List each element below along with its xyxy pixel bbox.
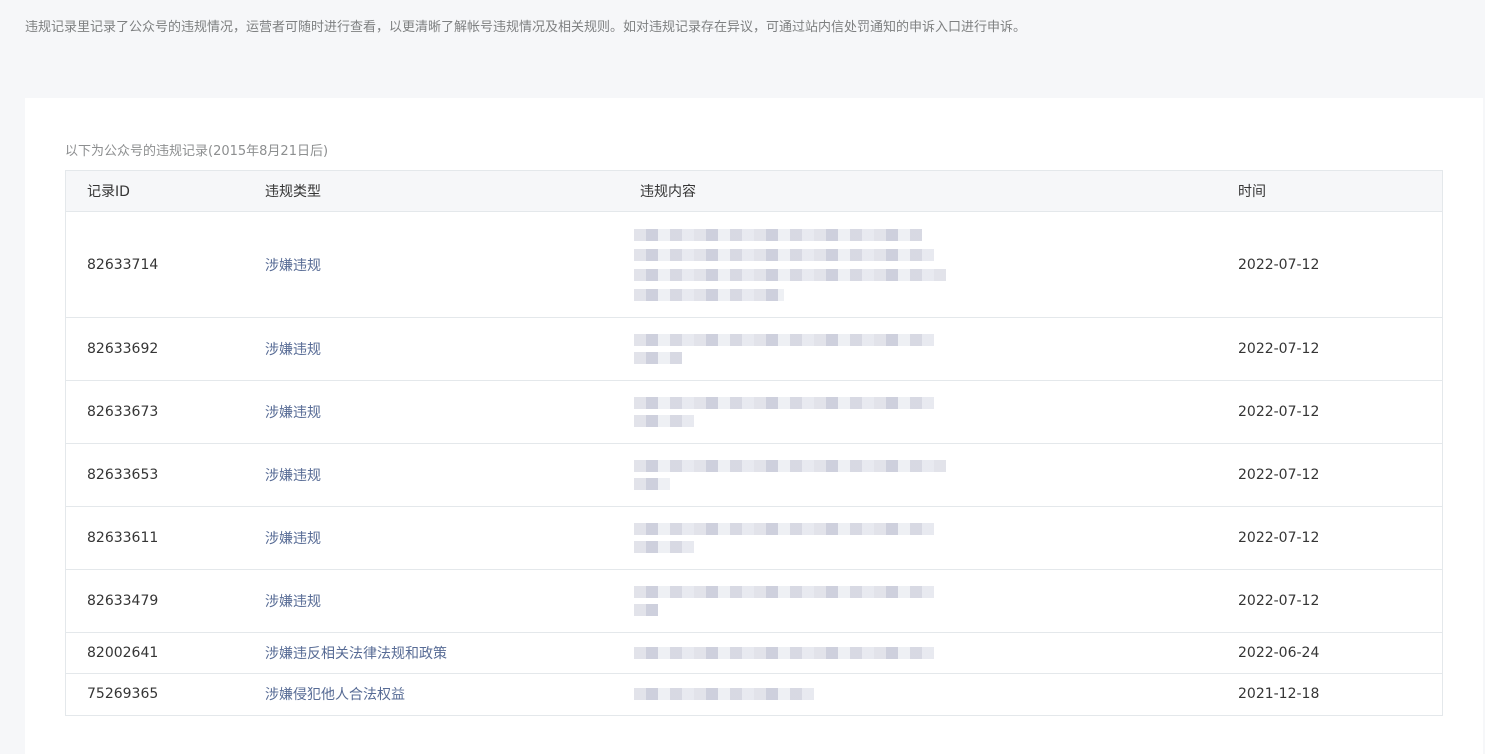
redacted-line <box>634 647 934 659</box>
redacted-content <box>634 397 1237 427</box>
column-header-record-id: 记录ID <box>66 171 265 212</box>
redacted-content <box>634 523 1237 553</box>
redacted-line <box>634 228 922 241</box>
redacted-line <box>634 688 814 701</box>
column-header-violation-type: 违规类型 <box>265 171 640 212</box>
violation-type-link[interactable]: 涉嫌违规 <box>265 594 321 610</box>
violation-time: 2021-12-18 <box>1238 686 1320 703</box>
violation-type: 涉嫌违规 <box>265 317 640 381</box>
redacted-content <box>634 334 1237 364</box>
table-header: 记录ID 违规类型 违规内容 时间 <box>66 171 1442 212</box>
violation-content-redacted <box>634 380 1238 444</box>
violation-time: 2022-07-12 <box>1238 443 1442 507</box>
redacted-line <box>634 523 934 535</box>
redacted-line <box>634 397 934 409</box>
redacted-line <box>634 586 934 598</box>
violation-content-redacted <box>634 569 1238 633</box>
redacted-line <box>634 268 946 281</box>
redacted-line <box>634 352 682 364</box>
violation-table-container: 记录ID 违规类型 违规内容 时间 82633714 涉嫌违规 2022-07-… <box>65 170 1443 716</box>
violation-records-card: 以下为公众号的违规记录(2015年8月21日后) 记录ID 违规类型 违规内容 … <box>25 98 1483 754</box>
violation-time: 2022-07-12 <box>1238 380 1442 444</box>
table-row: 82633714 涉嫌违规 2022-07-12 <box>66 211 1442 318</box>
violation-time: 2022-07-12 <box>1238 569 1442 633</box>
redacted-line <box>634 334 934 346</box>
redacted-content <box>634 586 1237 616</box>
violation-type: 涉嫌违规 <box>265 569 640 633</box>
violation-type: 涉嫌违反相关法律法规和政策 <box>265 632 640 674</box>
redacted-content <box>634 460 1237 490</box>
violation-type-link[interactable]: 涉嫌违规 <box>265 468 321 484</box>
redacted-line <box>634 541 694 553</box>
record-id: 82633653 <box>66 443 265 507</box>
record-id: 82633479 <box>66 569 265 633</box>
violation-type: 涉嫌违规 <box>265 211 640 318</box>
redacted-line <box>634 478 670 490</box>
redacted-line <box>634 248 934 261</box>
table-row: 82002641 涉嫌违反相关法律法规和政策 2022-06-24 <box>66 632 1442 674</box>
table-caption: 以下为公众号的违规记录(2015年8月21日后) <box>65 144 329 159</box>
table-row: 75269365 涉嫌侵犯他人合法权益 2021-12-18 <box>66 674 1442 715</box>
violation-table: 记录ID 违规类型 违规内容 时间 82633714 涉嫌违规 2022-07-… <box>66 171 1442 715</box>
violation-time: 2022-07-12 <box>1238 211 1442 318</box>
violation-type-link[interactable]: 涉嫌违规 <box>265 531 321 547</box>
table-row: 82633611 涉嫌违规 2022-07-12 <box>66 506 1442 570</box>
redacted-content <box>634 647 1237 659</box>
table-body: 82633714 涉嫌违规 2022-07-12 82633692 涉嫌违规 2… <box>66 211 1442 715</box>
table-row: 82633673 涉嫌违规 2022-07-12 <box>66 380 1442 444</box>
record-id: 75269365 <box>87 686 159 703</box>
violation-type: 涉嫌违规 <box>265 443 640 507</box>
violation-type-link[interactable]: 涉嫌违规 <box>265 258 321 274</box>
redacted-line <box>634 415 694 427</box>
violation-content-redacted <box>634 211 1238 318</box>
violation-type: 涉嫌侵犯他人合法权益 <box>265 674 640 715</box>
redacted-content <box>634 688 1237 701</box>
redacted-line <box>634 604 658 616</box>
violation-type-link[interactable]: 涉嫌违规 <box>265 405 321 421</box>
record-id: 82002641 <box>66 632 265 674</box>
violation-time: 2022-07-12 <box>1238 506 1442 570</box>
violation-content-redacted <box>634 506 1238 570</box>
redacted-content <box>634 228 1237 301</box>
record-id: 82633673 <box>66 380 265 444</box>
table-row: 82633653 涉嫌违规 2022-07-12 <box>66 443 1442 507</box>
violation-content-redacted <box>634 443 1238 507</box>
violation-type-link[interactable]: 涉嫌侵犯他人合法权益 <box>265 687 405 703</box>
redacted-line <box>634 460 946 472</box>
table-row: 82633692 涉嫌违规 2022-07-12 <box>66 317 1442 381</box>
violation-time: 2022-06-24 <box>1238 632 1442 674</box>
violation-type: 涉嫌违规 <box>265 380 640 444</box>
violation-type: 涉嫌违规 <box>265 506 640 570</box>
header-row: 记录ID 违规类型 违规内容 时间 <box>66 171 1442 212</box>
column-header-violation-content: 违规内容 <box>640 171 1238 212</box>
violation-content-redacted <box>634 317 1238 381</box>
violation-type-link[interactable]: 涉嫌违反相关法律法规和政策 <box>265 646 447 662</box>
violation-time: 2022-07-12 <box>1238 317 1442 381</box>
violation-content-redacted <box>634 674 1238 715</box>
redacted-line <box>634 288 784 301</box>
record-id: 82633714 <box>66 211 265 318</box>
violation-type-link[interactable]: 涉嫌违规 <box>265 342 321 358</box>
column-header-time: 时间 <box>1238 171 1442 212</box>
violation-content-redacted <box>634 632 1238 674</box>
table-row: 82633479 涉嫌违规 2022-07-12 <box>66 569 1442 633</box>
record-id: 82633611 <box>66 506 265 570</box>
page-description: 违规记录里记录了公众号的违规情况，运营者可随时进行查看，以更清晰了解帐号违规情况… <box>25 20 1027 35</box>
record-id: 82633692 <box>66 317 265 381</box>
